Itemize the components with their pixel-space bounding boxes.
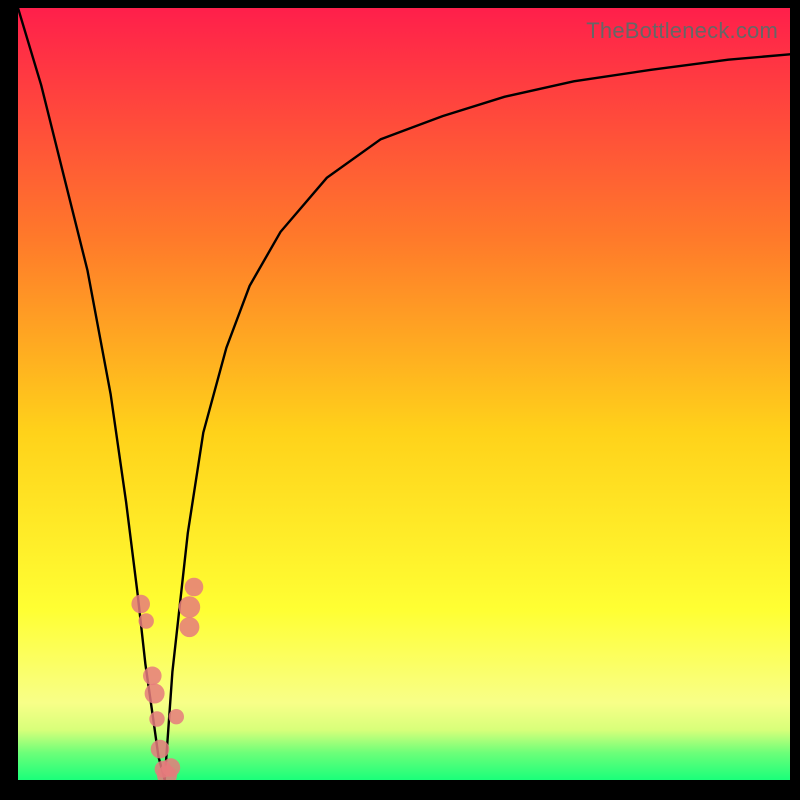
data-point-2 (143, 667, 162, 686)
data-point-5 (151, 740, 170, 759)
watermark-text: TheBottleneck.com (586, 18, 778, 44)
data-point-1 (139, 613, 154, 628)
data-point-9 (169, 709, 184, 724)
data-point-8 (162, 758, 181, 777)
data-point-11 (185, 578, 204, 597)
chart-frame: TheBottleneck.com (18, 8, 790, 780)
data-point-3 (145, 684, 165, 704)
data-point-10 (179, 596, 201, 618)
gradient-background (18, 8, 790, 780)
data-point-12 (179, 617, 199, 637)
data-point-4 (149, 711, 164, 726)
data-point-0 (131, 595, 150, 614)
bottleneck-plot (18, 8, 790, 780)
